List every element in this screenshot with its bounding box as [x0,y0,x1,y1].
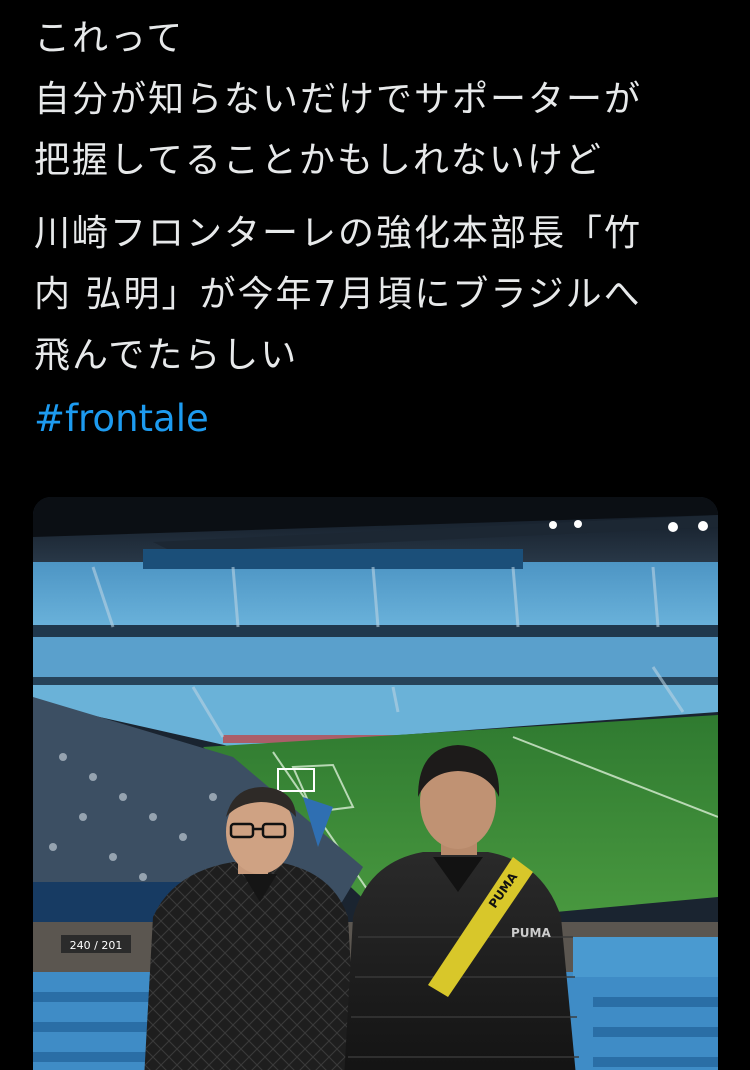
tweet-line: 把握してることかもしれないけど [34,140,603,181]
tweet-text: これって 自分が知らないだけでサポーターが 把握してることかもしれないけど 川崎… [34,8,724,449]
tweet-line: これって [34,18,185,59]
tweet-line: 内 弘明」が今年7月頃にブラジルへ [34,274,642,315]
jacket-logo-label: PUMA [511,926,551,940]
stadium-photo-illustration: 240 / 201 PUMA PUMA [33,497,718,1070]
aisle-sign-label: 240 / 201 [70,939,123,952]
tweet-photo[interactable]: 240 / 201 PUMA PUMA [33,497,718,1070]
hashtag-link[interactable]: #frontale [34,388,724,449]
tweet-line: 川崎フロンターレの強化本部長「竹 [34,213,643,254]
tweet-line: 自分が知らないだけでサポーターが [34,79,643,120]
tweet-line: 飛んでたらしい [34,335,299,376]
